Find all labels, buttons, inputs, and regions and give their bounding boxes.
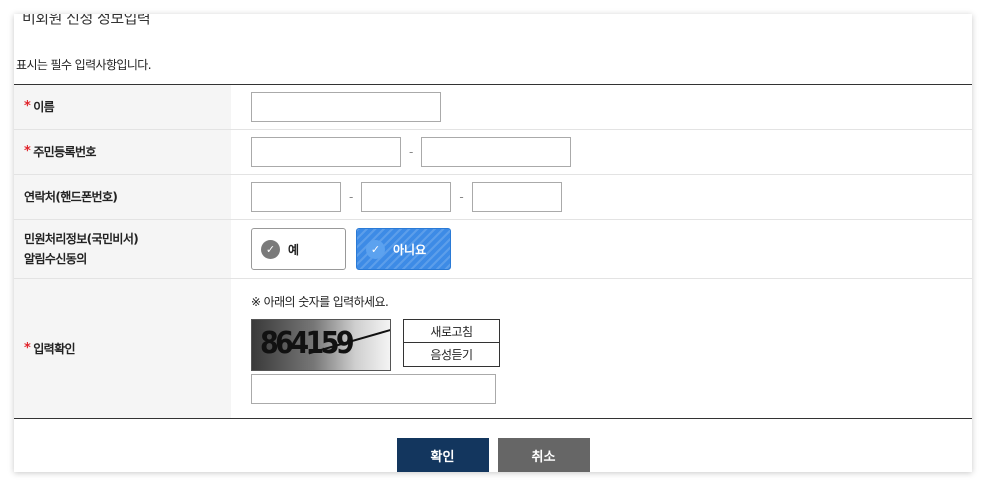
- check-icon: ✓: [261, 239, 280, 259]
- name-label-text: 이름: [33, 100, 55, 114]
- consent-yes-option[interactable]: ✓ 예: [251, 228, 346, 270]
- consent-value: ✓ 예 ✓ 아니요: [231, 220, 972, 278]
- captcha-input[interactable]: [251, 374, 496, 404]
- consent-label-line1: 민원처리정보(국민비서): [24, 232, 139, 246]
- resident-number-label: * 주민등록번호: [14, 130, 231, 174]
- phone-value: - -: [231, 175, 972, 219]
- phone-part3-input[interactable]: [471, 182, 562, 212]
- resident-number-front-input[interactable]: [251, 137, 401, 167]
- required-notice: 표시는 필수 입력사항입니다.: [16, 58, 152, 72]
- consent-label-line2: 알림수신동의: [24, 252, 87, 266]
- cancel-button[interactable]: 취소: [497, 438, 590, 472]
- phone-dash-1: -: [349, 190, 354, 204]
- phone-part1-input[interactable]: [251, 182, 341, 212]
- captcha-refresh-button[interactable]: 새로고침: [403, 319, 500, 343]
- captcha-value: ※ 아래의 숫자를 입력하세요. 864159 새로고침 음성듣기: [231, 279, 972, 418]
- required-mark: *: [24, 99, 31, 114]
- form-card: 비회원 신청 정보입력 표시는 필수 입력사항입니다. * 이름 * 주민등록번…: [14, 14, 972, 472]
- phone-row: 연락처(핸드폰번호) - -: [14, 175, 972, 220]
- consent-yes-label: 예: [288, 242, 300, 257]
- check-icon: ✓: [366, 239, 385, 259]
- applicant-form: * 이름 * 주민등록번호 - 연락처(핸드폰번호) - - 민원처리정보(국민…: [14, 84, 972, 419]
- resident-number-label-text: 주민등록번호: [33, 145, 96, 159]
- phone-part2-input[interactable]: [361, 182, 452, 212]
- confirm-button[interactable]: 확인: [396, 438, 489, 472]
- consent-row: 민원처리정보(국민비서) 알림수신동의 ✓ 예 ✓ 아니요: [14, 220, 972, 279]
- captcha-label: * 입력확인: [14, 279, 231, 418]
- captcha-label-text: 입력확인: [33, 341, 75, 356]
- name-row: * 이름: [14, 85, 972, 130]
- captcha-buttons: 새로고침 음성듣기: [403, 319, 500, 371]
- page-title: 비회원 신청 정보입력: [22, 14, 151, 27]
- resident-number-value: -: [231, 130, 972, 174]
- name-input[interactable]: [251, 92, 441, 122]
- captcha-box: 864159 새로고침 음성듣기: [251, 319, 500, 371]
- consent-label: 민원처리정보(국민비서) 알림수신동의: [14, 220, 231, 278]
- phone-label-text: 연락처(핸드폰번호): [24, 190, 118, 204]
- resident-number-dash: -: [409, 145, 414, 159]
- captcha-row: * 입력확인 ※ 아래의 숫자를 입력하세요. 864159 새로고침 음성듣기: [14, 279, 972, 419]
- consent-no-option[interactable]: ✓ 아니요: [356, 228, 451, 270]
- name-value: [231, 85, 972, 129]
- consent-no-label: 아니요: [393, 242, 427, 257]
- phone-dash-2: -: [459, 190, 464, 204]
- captcha-note: ※ 아래의 숫자를 입력하세요.: [251, 295, 389, 309]
- form-actions: 확인 취소: [14, 438, 972, 472]
- captcha-audio-button[interactable]: 음성듣기: [403, 343, 500, 367]
- phone-label: 연락처(핸드폰번호): [14, 175, 231, 219]
- name-label: * 이름: [14, 85, 231, 129]
- resident-number-row: * 주민등록번호 -: [14, 130, 972, 175]
- resident-number-back-input[interactable]: [421, 137, 572, 167]
- captcha-image: 864159: [251, 319, 391, 371]
- required-mark: *: [24, 340, 31, 356]
- required-mark: *: [24, 144, 31, 159]
